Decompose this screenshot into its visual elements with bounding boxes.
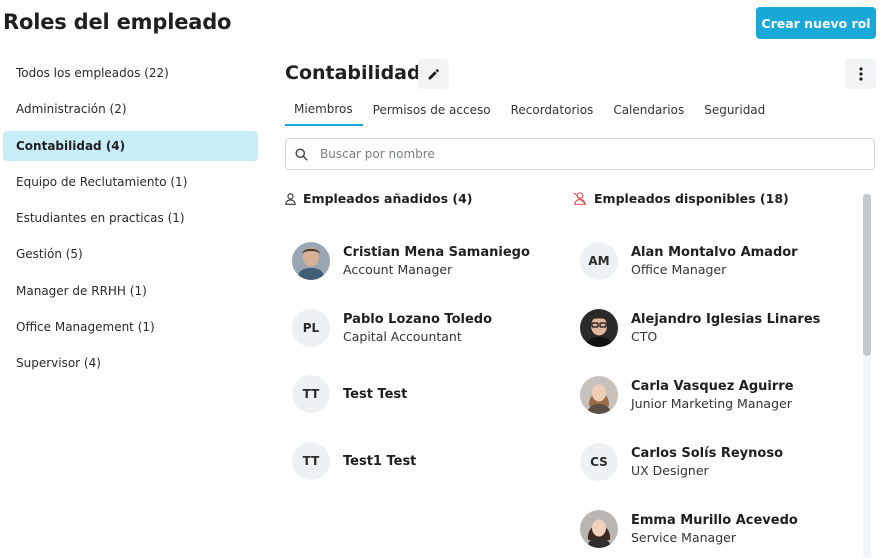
avatar: TT xyxy=(292,375,330,413)
employee-name: Test1 Test xyxy=(343,453,417,469)
tab-permisos-acceso[interactable]: Permisos de acceso xyxy=(363,93,501,126)
available-employee-row[interactable]: Carla Vasquez Aguirre Junior Marketing M… xyxy=(580,376,794,414)
employee-role: Junior Marketing Manager xyxy=(631,396,792,411)
employee-name: Test Test xyxy=(343,386,408,402)
search-icon xyxy=(295,147,308,161)
avatar xyxy=(292,242,330,280)
tab-calendarios[interactable]: Calendarios xyxy=(603,93,694,126)
available-employee-row[interactable]: AM Alan Montalvo Amador Office Manager xyxy=(580,242,798,280)
page-title: Roles del empleado xyxy=(3,10,232,34)
tab-seguridad[interactable]: Seguridad xyxy=(694,93,775,126)
employee-name: Emma Murillo Acevedo xyxy=(631,513,798,528)
tab-miembros[interactable]: Miembros xyxy=(285,93,363,126)
added-employees-header: Empleados añadidos (4) xyxy=(285,191,473,206)
avatar xyxy=(580,376,618,414)
sidebar-item-equipo-reclutamiento[interactable]: Equipo de Reclutamiento (1) xyxy=(3,167,258,197)
avatar xyxy=(580,309,618,347)
sidebar-item-contabilidad[interactable]: Contabilidad (4) xyxy=(3,130,258,161)
pencil-icon xyxy=(428,68,439,79)
available-employees-title: Empleados disponibles (18) xyxy=(594,191,789,206)
available-employee-row[interactable]: Emma Murillo Acevedo Service Manager xyxy=(580,510,798,548)
create-role-button[interactable]: Crear nuevo rol xyxy=(756,7,876,39)
employee-name: Carla Vasquez Aguirre xyxy=(631,379,794,394)
employee-name: Cristian Mena Samaniego xyxy=(343,245,530,260)
added-employee-row[interactable]: TT Test1 Test xyxy=(292,442,416,480)
added-employees-title: Empleados añadidos (4) xyxy=(303,191,473,206)
added-employee-row[interactable]: Cristian Mena Samaniego Account Manager xyxy=(292,242,530,280)
employee-role: CTO xyxy=(631,329,658,344)
employee-name: Alejandro Iglesias Linares xyxy=(631,312,821,327)
sidebar-item-supervisor[interactable]: Supervisor (4) xyxy=(3,348,258,378)
sidebar-item-estudiantes[interactable]: Estudiantes en practicas (1) xyxy=(3,203,258,233)
added-employee-row[interactable]: TT Test Test xyxy=(292,375,407,413)
user-unavailable-icon xyxy=(573,192,587,205)
avatar xyxy=(580,510,618,548)
sidebar-item-administracion[interactable]: Administración (2) xyxy=(3,94,258,124)
role-tabs: Miembros Permisos de acceso Recordatorio… xyxy=(285,93,876,126)
search-box xyxy=(285,138,875,170)
employee-name: Pablo Lozano Toledo xyxy=(343,312,493,327)
avatar: AM xyxy=(580,242,618,280)
employee-role: Account Manager xyxy=(343,262,453,277)
avatar: PL xyxy=(292,309,330,347)
employee-name: Carlos Solís Reynoso xyxy=(631,446,784,461)
available-employee-row[interactable]: Alejandro Iglesias Linares CTO xyxy=(580,309,820,347)
roles-sidebar: Todos los empleados (22) Administración … xyxy=(3,58,258,385)
sidebar-item-office-management[interactable]: Office Management (1) xyxy=(3,312,258,342)
more-options-button[interactable] xyxy=(845,59,876,89)
user-icon xyxy=(285,192,296,205)
employee-role: UX Designer xyxy=(631,463,709,478)
sidebar-item-gestion[interactable]: Gestión (5) xyxy=(3,239,258,269)
available-employees-header: Empleados disponibles (18) xyxy=(573,191,789,206)
added-employee-row[interactable]: PL Pablo Lozano Toledo Capital Accountan… xyxy=(292,309,492,347)
available-list-scrollbar[interactable] xyxy=(863,192,871,558)
available-employee-row[interactable]: CS Carlos Solís Reynoso UX Designer xyxy=(580,443,783,481)
sidebar-item-manager-rrhh[interactable]: Manager de RRHH (1) xyxy=(3,276,258,306)
employee-role: Capital Accountant xyxy=(343,329,462,344)
employee-role: Service Manager xyxy=(631,530,736,545)
more-vertical-icon xyxy=(858,67,863,81)
avatar: TT xyxy=(292,442,330,480)
avatar: CS xyxy=(580,443,618,481)
employee-name: Alan Montalvo Amador xyxy=(631,245,798,260)
search-input[interactable] xyxy=(320,147,860,161)
scrollbar-thumb[interactable] xyxy=(863,194,871,356)
role-title: Contabilidad xyxy=(285,62,421,84)
edit-role-button[interactable] xyxy=(418,59,449,89)
sidebar-item-all-employees[interactable]: Todos los empleados (22) xyxy=(3,58,258,88)
tab-recordatorios[interactable]: Recordatorios xyxy=(501,93,604,126)
employee-role: Office Manager xyxy=(631,262,727,277)
